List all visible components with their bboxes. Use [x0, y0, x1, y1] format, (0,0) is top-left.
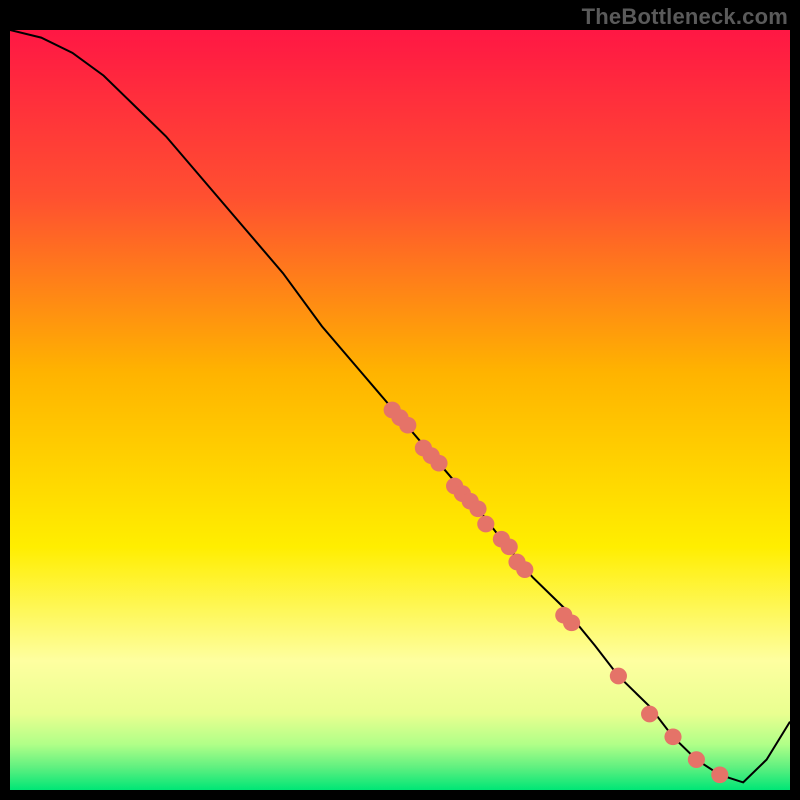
- data-point: [664, 728, 681, 745]
- data-point: [516, 561, 533, 578]
- chart-svg: [10, 30, 790, 790]
- data-point: [399, 417, 416, 434]
- data-point: [430, 455, 447, 472]
- bottleneck-curve: [10, 30, 790, 782]
- data-point: [477, 516, 494, 533]
- data-point: [610, 668, 627, 685]
- data-point: [641, 706, 658, 723]
- watermark-text: TheBottleneck.com: [582, 4, 788, 30]
- plot-area: [10, 30, 790, 790]
- data-point: [469, 500, 486, 517]
- data-point: [711, 766, 728, 783]
- chart-frame: TheBottleneck.com: [0, 0, 800, 800]
- data-point: [688, 751, 705, 768]
- data-point: [501, 538, 518, 555]
- data-point: [563, 614, 580, 631]
- data-points: [384, 402, 729, 784]
